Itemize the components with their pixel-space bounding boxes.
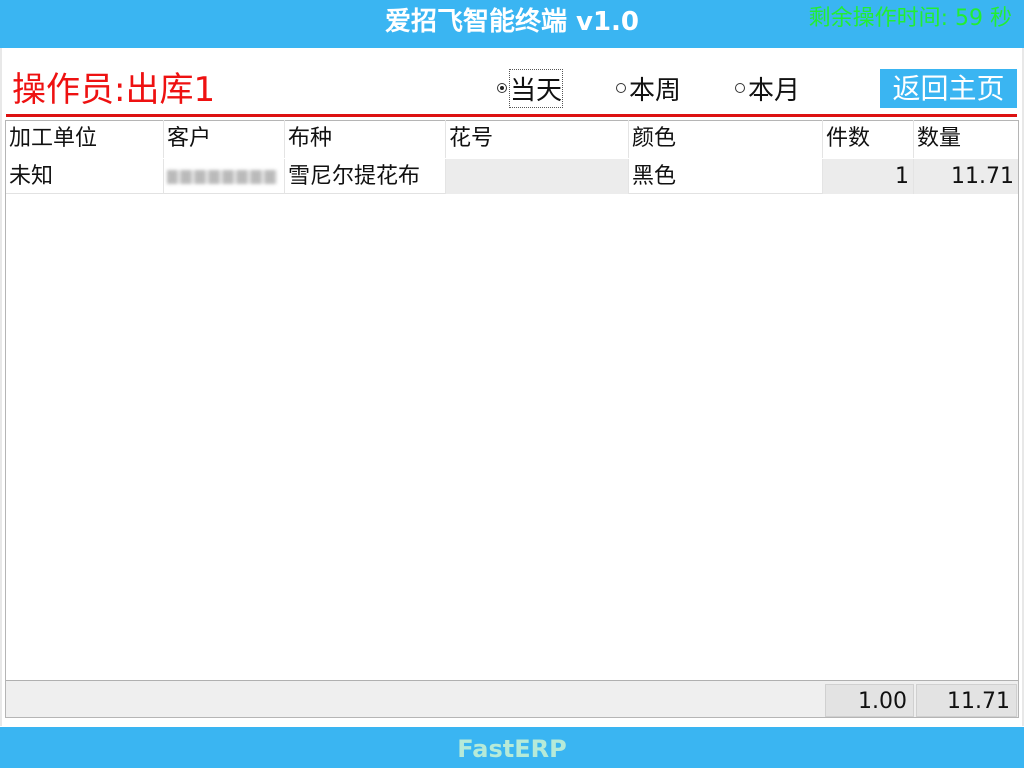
radio-today-label: 当天: [508, 68, 564, 108]
radio-this-month[interactable]: 本月: [735, 70, 800, 106]
title-bar: 爱招飞智能终端 v1.0 剩余操作时间: 59 秒: [0, 0, 1024, 48]
column-header-color[interactable]: 颜色: [629, 120, 823, 158]
cell-color[interactable]: 黑色: [629, 159, 823, 194]
radio-checked-icon: [497, 83, 507, 93]
radio-this-month-label: 本月: [748, 75, 801, 106]
cell-processing-unit[interactable]: 未知: [6, 159, 164, 194]
radio-this-week[interactable]: 本周: [616, 70, 681, 106]
cell-customer-redacted[interactable]: [164, 159, 285, 194]
column-header-customer[interactable]: 客户: [164, 120, 285, 158]
radio-this-week-label: 本周: [629, 75, 682, 106]
cell-pattern-no[interactable]: [446, 159, 629, 194]
divider-line: [6, 114, 1017, 117]
column-header-processing-unit[interactable]: 加工单位: [6, 120, 164, 158]
footer-brand: FastERP: [0, 727, 1024, 768]
column-header-fabric[interactable]: 布种: [285, 120, 446, 158]
operator-label: 操作员:出库1: [12, 70, 216, 110]
cell-pieces[interactable]: 1: [823, 159, 914, 194]
cell-quantity[interactable]: 11.71: [914, 159, 1018, 194]
total-pieces: 1.00: [825, 684, 914, 717]
column-header-pieces[interactable]: 件数: [823, 120, 914, 158]
column-header-quantity[interactable]: 数量: [914, 120, 1018, 158]
column-header-pattern-no[interactable]: 花号: [446, 120, 629, 158]
radio-today[interactable]: 当天: [497, 68, 564, 108]
redacted-customer-name: [167, 170, 277, 184]
data-grid[interactable]: [5, 120, 1019, 718]
cell-fabric[interactable]: 雪尼尔提花布: [285, 159, 446, 194]
remaining-time: 剩余操作时间: 59 秒: [808, 6, 1012, 31]
total-quantity: 11.71: [916, 684, 1017, 717]
radio-unchecked-icon: [735, 83, 745, 93]
radio-unchecked-icon: [616, 83, 626, 93]
return-home-button[interactable]: 返回主页: [880, 69, 1017, 108]
